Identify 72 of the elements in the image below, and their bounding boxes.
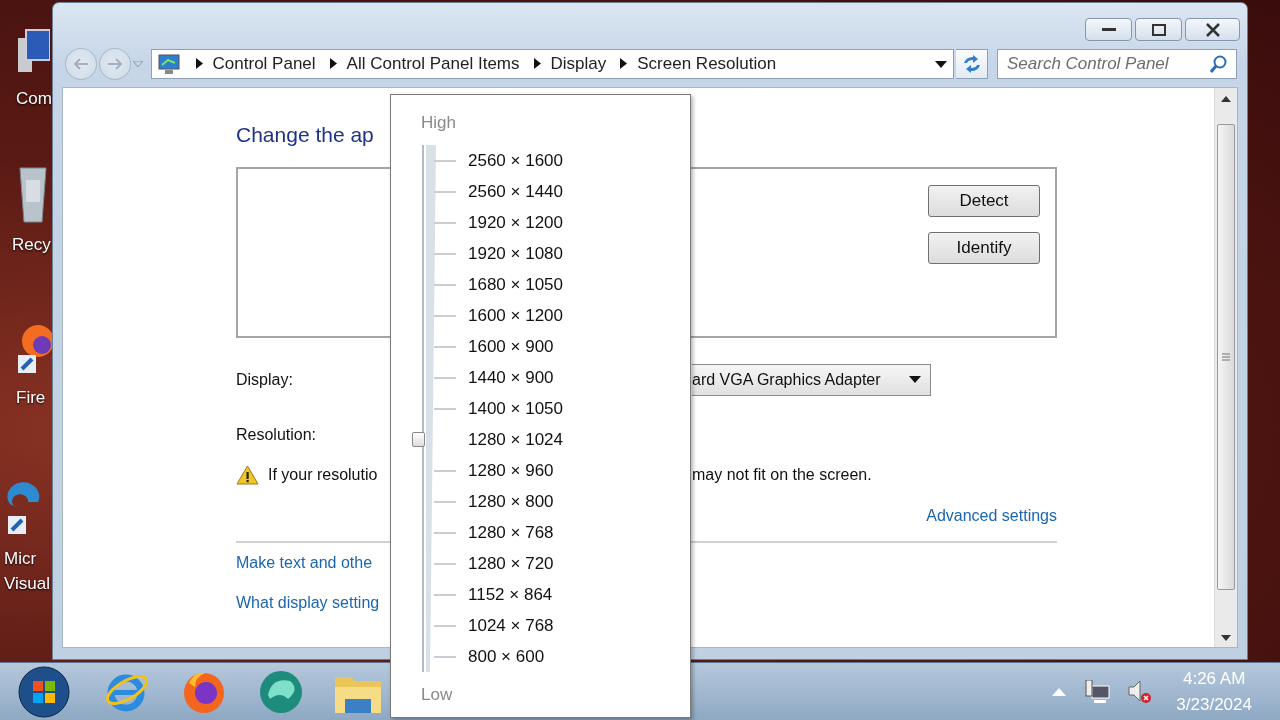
scroll-up-icon[interactable] [1221, 96, 1231, 102]
grip-icon [1222, 353, 1230, 361]
page-heading: Change the ap [236, 122, 374, 148]
close-icon [1205, 22, 1220, 37]
vertical-scrollbar[interactable] [1214, 88, 1237, 647]
scroll-down-icon[interactable] [1221, 635, 1231, 641]
resolution-option[interactable]: 1280 × 800 [468, 491, 554, 512]
chevron-icon [533, 58, 541, 69]
resolution-option[interactable]: 2560 × 1600 [468, 150, 563, 171]
field-label: Resolution: [236, 426, 318, 444]
resolution-option[interactable]: 1680 × 1050 [468, 274, 563, 295]
resolution-option[interactable]: 800 × 600 [468, 646, 545, 667]
start-button[interactable] [18, 666, 70, 718]
address-caret-icon [935, 61, 948, 69]
resolution-option[interactable]: 1280 × 720 [468, 553, 554, 574]
address-bar[interactable]: Control Panel All Control Panel Items Display Screen Resolution [150, 49, 955, 79]
desktop-icon-label: Com [16, 88, 52, 110]
back-arrow-icon [72, 58, 89, 70]
resolution-option[interactable]: 1400 × 1050 [468, 398, 563, 419]
warning-text: If your resolutio [268, 466, 378, 484]
search-field[interactable]: Search Control Panel [997, 49, 1237, 79]
breadcrumb-item[interactable]: All Control Panel Items [346, 54, 520, 74]
action-button[interactable]: Identify [928, 232, 1040, 264]
chevron-icon [195, 58, 203, 69]
advanced-settings-link[interactable]: Advanced settings [926, 507, 1057, 525]
refresh-button[interactable] [956, 49, 988, 79]
breadcrumb-item[interactable]: Control Panel [212, 54, 316, 74]
breadcrumb-item[interactable]: Display [550, 54, 607, 74]
desktop-icon-label: Visual [4, 573, 50, 596]
desktop-icon-label: Recy [12, 234, 51, 257]
resolution-option[interactable]: 1280 × 1024 [468, 429, 563, 450]
low-label: Low [421, 684, 453, 706]
scrollbar-thumb[interactable] [1217, 124, 1235, 590]
action-button[interactable]: Detect [928, 185, 1040, 217]
warning-text: may not fit on the screen. [692, 466, 873, 484]
close-button[interactable] [1185, 18, 1240, 41]
breadcrumb-item[interactable]: Screen Resolution [637, 54, 777, 74]
warning-icon [236, 465, 259, 485]
resolution-option[interactable]: 1152 × 864 [468, 584, 553, 605]
display-dropdown[interactable]: ard VGA Graphics Adapter [692, 364, 931, 396]
help-link[interactable]: What display setting [236, 594, 380, 612]
muted-speaker-icon[interactable] [1128, 680, 1153, 704]
monitor-icon [157, 53, 180, 75]
network-icon[interactable] [1084, 680, 1111, 704]
maximize-button[interactable] [1135, 18, 1182, 41]
resolution-option[interactable]: 1440 × 900 [468, 367, 554, 388]
desktop-icon-label: Fire [16, 386, 46, 409]
minimize-icon [1101, 27, 1116, 32]
chevron-icon [329, 58, 337, 69]
resolution-option[interactable]: 1280 × 960 [468, 460, 554, 481]
resolution-option[interactable]: 1600 × 1200 [468, 305, 563, 326]
resolution-option[interactable]: 1600 × 900 [468, 336, 554, 357]
resolution-option[interactable]: 1920 × 1080 [468, 243, 563, 264]
resolution-option[interactable]: 1280 × 768 [468, 522, 554, 543]
maximize-icon [1151, 23, 1166, 36]
minimize-button[interactable] [1085, 18, 1132, 41]
show-hidden-icons-icon[interactable] [1052, 688, 1067, 696]
forward-arrow-icon [106, 58, 123, 70]
help-link[interactable]: Make text and othe [236, 554, 373, 572]
swirl-icon[interactable] [257, 669, 304, 715]
resolution-option[interactable]: 1024 × 768 [468, 615, 554, 636]
desktop-icon-label: Micr [4, 548, 37, 571]
slider-thumb[interactable] [412, 431, 425, 447]
resolution-option[interactable]: 1920 × 1200 [468, 212, 563, 233]
slider-track[interactable] [422, 145, 436, 672]
caret-icon [909, 376, 921, 384]
field-label: Display: [236, 371, 294, 389]
resolution-option[interactable]: 2560 × 1440 [468, 181, 563, 202]
chevron-icon [620, 58, 628, 69]
refresh-icon [961, 55, 982, 73]
high-label: High [421, 112, 456, 134]
search-icon [1210, 55, 1228, 73]
